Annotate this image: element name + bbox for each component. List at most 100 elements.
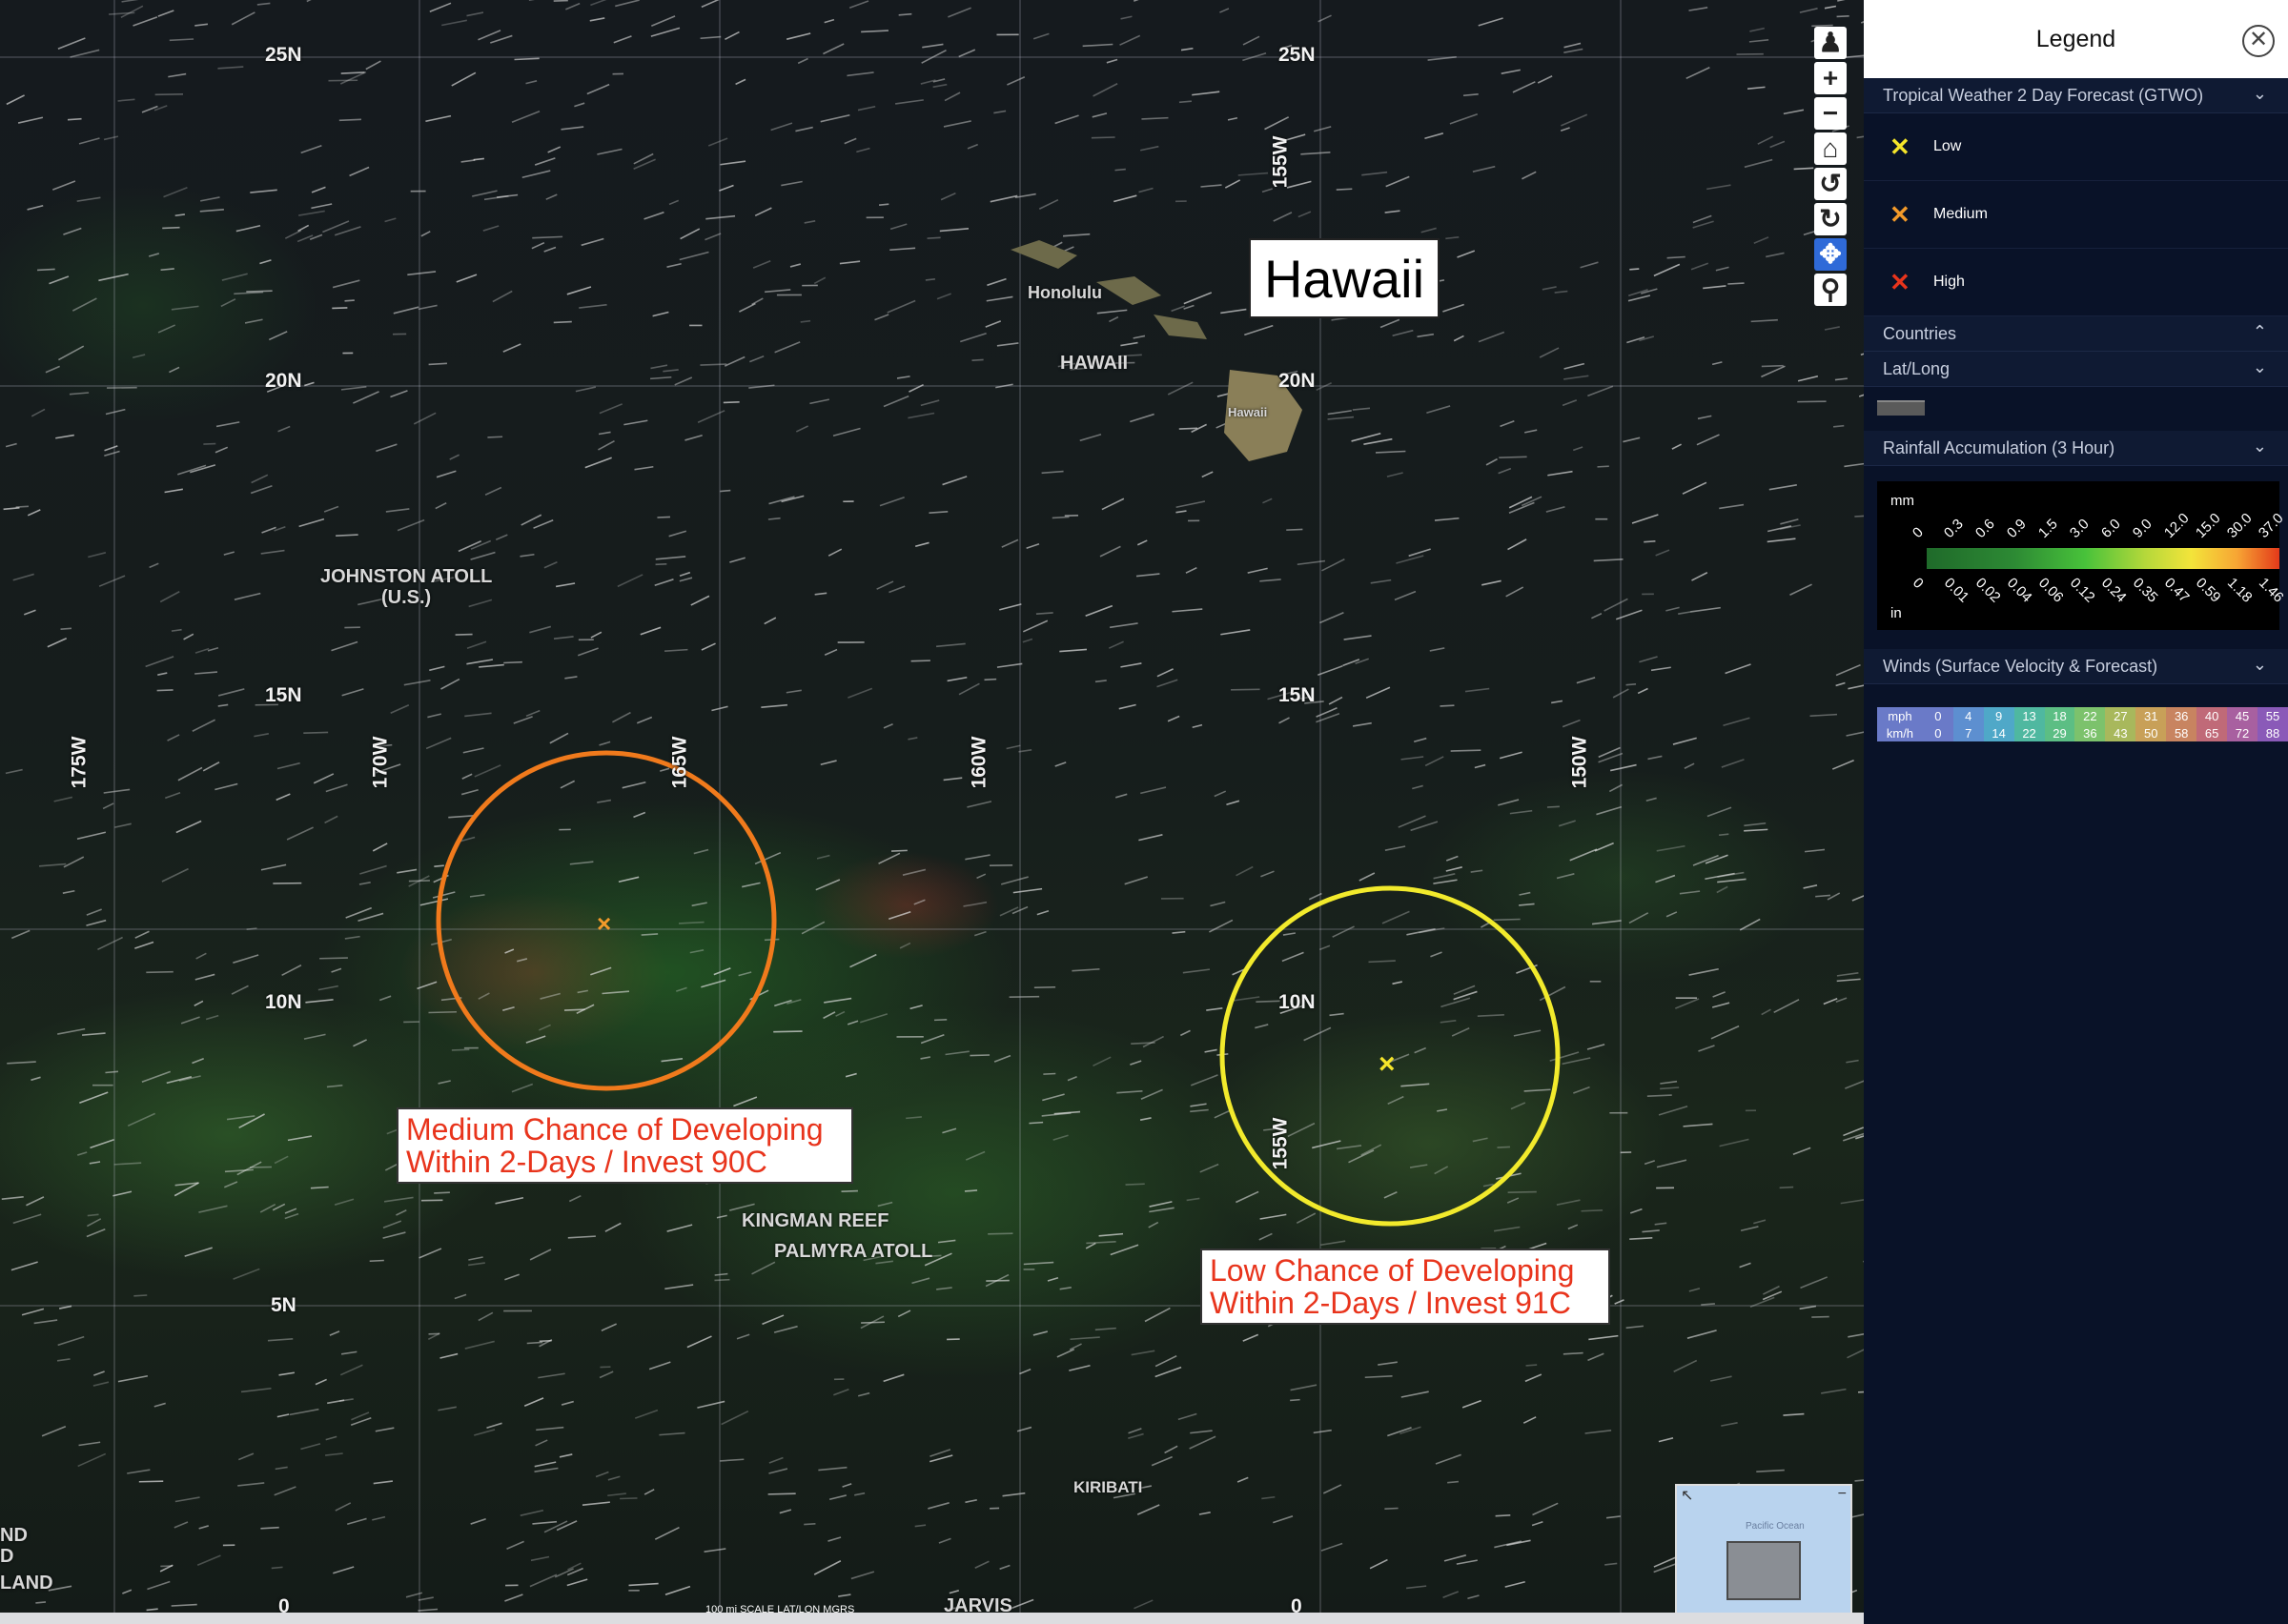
chevron-down-icon[interactable]: ⌄ xyxy=(2253,84,2267,104)
place-label-johnston: JOHNSTON ATOLL xyxy=(320,566,493,587)
section-countries[interactable]: Countries ⌃ xyxy=(1864,316,2288,352)
wind-streak xyxy=(1384,845,1406,851)
wind-streak xyxy=(650,376,672,380)
wind-streak xyxy=(1495,1514,1511,1517)
wind-streak xyxy=(236,1161,262,1176)
wind-streak xyxy=(1440,1019,1457,1024)
section-winds[interactable]: Winds (Surface Velocity & Forecast) ⌄ xyxy=(1864,649,2288,684)
collapse-icon[interactable]: − xyxy=(1838,1486,1847,1503)
minimap-viewport[interactable] xyxy=(1726,1541,1801,1600)
wind-streak xyxy=(659,1431,685,1436)
section-gtwo[interactable]: Tropical Weather 2 Day Forecast (GTWO) ⌄ xyxy=(1864,78,2288,113)
overview-minimap[interactable]: ↖ − Pacific Ocean xyxy=(1675,1484,1852,1613)
wind-streak xyxy=(460,788,479,796)
section-latlong[interactable]: Lat/Long ⌄ xyxy=(1864,352,2288,387)
wind-streak xyxy=(315,1378,327,1386)
wind-streak xyxy=(86,919,107,926)
chevron-up-icon[interactable]: ⌃ xyxy=(2253,322,2267,342)
wind-streak xyxy=(195,952,207,960)
wind-streak xyxy=(1327,410,1352,416)
wind-streak xyxy=(523,1397,544,1407)
zoom-in-button[interactable]: + xyxy=(1814,62,1847,94)
wind-streak xyxy=(1482,1183,1494,1188)
wind-streak xyxy=(887,299,916,314)
chevron-down-icon[interactable]: ⌄ xyxy=(2253,357,2267,377)
wind-streak xyxy=(202,761,220,772)
wind-streak xyxy=(53,796,73,802)
wind-streak xyxy=(1131,1350,1155,1356)
wind-streak xyxy=(338,118,361,122)
legend-item-low: ✕ Low xyxy=(1864,113,2288,181)
wind-streak xyxy=(1261,1495,1276,1500)
wind-streak xyxy=(648,1361,671,1370)
wind-streak xyxy=(76,196,101,202)
zoom-out-button[interactable]: − xyxy=(1814,97,1847,130)
wind-streak xyxy=(418,1608,439,1612)
chevron-down-icon[interactable]: ⌄ xyxy=(2253,436,2267,457)
weather-map[interactable]: × × 25N 25N 20N 20N 15N 15N 10N 10N 5N 0 … xyxy=(0,0,1864,1613)
wind-streak xyxy=(141,1070,172,1084)
wind-streak xyxy=(1085,604,1113,618)
close-icon[interactable]: ✕ xyxy=(2242,25,2275,57)
wind-streak xyxy=(936,293,951,300)
wind-streak xyxy=(1368,960,1396,964)
lat-label-20n-left: 20N xyxy=(265,370,302,392)
rotate-left-icon[interactable]: ↺ xyxy=(1814,168,1847,200)
wind-streak xyxy=(612,711,631,723)
wind-streak xyxy=(456,274,478,283)
wind-streak xyxy=(889,247,916,252)
wind-streak xyxy=(1761,1008,1771,1016)
street-view-icon[interactable]: ♟ xyxy=(1814,27,1847,59)
wind-streak xyxy=(1546,805,1560,808)
wind-streak xyxy=(1461,1399,1481,1409)
wind-streak xyxy=(41,1426,67,1437)
scale-bar[interactable]: 100 mi SCALE LAT/LON MGRS xyxy=(705,1604,854,1613)
wind-streak xyxy=(1645,797,1657,802)
wind-streak xyxy=(723,400,740,404)
wind-streak xyxy=(1717,878,1747,883)
expand-icon[interactable]: ↖ xyxy=(1681,1486,1693,1505)
wind-streak xyxy=(1035,612,1053,615)
wind-streak xyxy=(1512,81,1536,93)
wind-mph-cell: 22 xyxy=(2074,707,2106,724)
chevron-down-icon[interactable]: ⌄ xyxy=(2253,655,2267,675)
wind-streak xyxy=(824,18,835,24)
wind-streak xyxy=(438,1406,457,1411)
wind-streak xyxy=(944,91,961,102)
wind-streak xyxy=(259,1203,276,1213)
low-marker-icon: × xyxy=(1379,1048,1396,1080)
wind-streak xyxy=(1523,1088,1551,1092)
wind-streak xyxy=(540,992,562,1000)
wind-streak xyxy=(529,1573,558,1588)
wind-streak xyxy=(397,518,425,532)
wind-streak xyxy=(470,1518,486,1525)
wind-streak xyxy=(1587,385,1614,397)
wind-streak xyxy=(77,1452,107,1468)
wind-streak xyxy=(1154,1366,1182,1378)
zoom-box-icon[interactable]: ⚲ xyxy=(1814,274,1847,306)
wind-streak xyxy=(1365,686,1391,700)
wind-streak xyxy=(1281,951,1304,963)
wind-streak xyxy=(654,1527,680,1540)
minimap-ocean-label: Pacific Ocean xyxy=(1746,1521,1805,1532)
wind-streak xyxy=(322,220,350,233)
wind-streak xyxy=(1674,998,1700,1009)
home-icon[interactable]: ⌂ xyxy=(1814,132,1847,165)
wind-streak xyxy=(192,719,216,732)
wind-streak xyxy=(1453,335,1464,342)
wind-streak xyxy=(770,122,793,132)
map-canvas[interactable]: ×× xyxy=(0,0,1864,1613)
wind-streak xyxy=(329,1330,340,1336)
wind-streak xyxy=(466,659,494,665)
wind-streak xyxy=(382,1231,406,1239)
pan-icon[interactable]: ✥ xyxy=(1814,238,1847,271)
wind-streak xyxy=(1690,262,1709,271)
wind-streak xyxy=(565,2,581,10)
wind-streak xyxy=(192,1058,204,1065)
rotate-right-icon[interactable]: ↻ xyxy=(1814,203,1847,235)
wind-streak xyxy=(441,19,468,27)
wind-streak xyxy=(701,0,720,9)
wind-streak xyxy=(1116,1090,1143,1094)
section-rainfall[interactable]: Rainfall Accumulation (3 Hour) ⌄ xyxy=(1864,431,2288,466)
wind-streak xyxy=(520,1509,544,1516)
